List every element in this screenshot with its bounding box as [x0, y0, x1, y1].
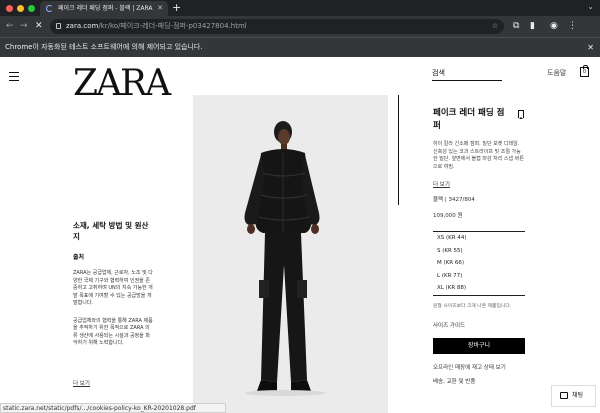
product-price: 109,000 원	[433, 213, 463, 219]
lock-icon	[56, 23, 61, 29]
url-path: /kr/ko/페이크-레더-패딩-점퍼-p03427804.html	[98, 22, 247, 30]
tab-close-icon[interactable]: ✕	[157, 1, 163, 16]
store-stock-link[interactable]: 오프라인 매장에 재고 상태 보기	[433, 363, 525, 371]
infobar-text: Chrome이 자동화된 테스트 소프트웨어에 의해 제어되고 있습니다.	[5, 43, 203, 51]
tab-search-chevron-icon[interactable]: ⌄	[587, 2, 594, 11]
bookmark-icon[interactable]	[518, 110, 524, 119]
automation-infobar: Chrome이 자동화된 테스트 소프트웨어에 의해 제어되고 있습니다. ✕	[0, 37, 600, 57]
model-figure-illustration	[193, 95, 388, 413]
infobar-close-icon[interactable]: ✕	[587, 38, 594, 57]
extensions-puzzle-icon[interactable]: ⧉	[513, 19, 519, 33]
forward-arrow-icon[interactable]: →	[20, 20, 28, 32]
size-option[interactable]: XL (KR 88)	[433, 282, 525, 295]
product-name: 페이크 레더 패딩 점퍼	[433, 108, 505, 131]
shipping-returns-link[interactable]: 배송, 교환 및 반품	[433, 377, 525, 385]
browser-tab-bar: 페이크 레더 패딩 점퍼 - 블랙 | ZARA ✕ + ⌄	[0, 0, 600, 16]
tab-title: 페이크 레더 패딩 점퍼 - 블랙 | ZARA	[58, 5, 153, 12]
close-window-icon[interactable]	[6, 5, 13, 12]
address-bar[interactable]: zara.com/kr/ko/페이크-레더-패딩-점퍼-p03427804.ht…	[50, 19, 504, 34]
side-panel-icon[interactable]: ▮	[530, 19, 535, 33]
profile-icon[interactable]: ◉	[550, 19, 558, 33]
origin-text: ZARA는 공급업체, 근로자, 노조 및 다양한 국제 기구와 협력하여 인권…	[73, 270, 153, 306]
back-arrow-icon[interactable]: ←	[6, 20, 14, 32]
zara-logo[interactable]: ZARA	[73, 65, 171, 103]
size-option[interactable]: S (KR 55)	[433, 245, 525, 258]
new-tab-button[interactable]: +	[172, 1, 181, 15]
chat-button[interactable]: 채팅	[551, 385, 596, 407]
minimize-window-icon[interactable]	[17, 5, 24, 12]
size-option[interactable]: L (KR 77)	[433, 270, 525, 283]
size-selector: XS (KR 44) S (KR 55) M (KR 66) L (KR 77)…	[433, 231, 525, 296]
origin-text: 공급업체와의 협력을 통해 ZARA 제품을 추적하기 위한 목적으로 ZARA…	[73, 317, 153, 347]
product-image[interactable]	[193, 95, 388, 413]
menu-kebab-icon[interactable]: ⋮	[568, 19, 577, 33]
search-link[interactable]: 검색	[432, 68, 502, 81]
product-description: 하이 칼라 긴소매 점퍼. 밑단 포켓 디테일. 신축성 있는 코과 스트라이프…	[433, 141, 524, 170]
chat-bubble-icon	[560, 392, 568, 399]
size-guide-link[interactable]: 사이즈 가이드	[433, 321, 525, 329]
url-host: zara.com	[66, 22, 99, 30]
size-option[interactable]: M (KR 66)	[433, 257, 525, 270]
maximize-window-icon[interactable]	[28, 5, 35, 12]
size-option[interactable]: XS (KR 44)	[433, 232, 525, 245]
composition-section: 소재, 세탁 방법 및 원산지 출처 ZARA는 공급업체, 근로자, 노조 및…	[73, 220, 153, 387]
composition-more-link[interactable]: 더 보기	[73, 379, 90, 387]
product-color-ref: 블랙 | 3427/804	[433, 197, 475, 203]
product-info-panel: 페이크 레더 패딩 점퍼 하이 칼라 긴소매 점퍼. 밑단 포켓 디테일. 신축…	[433, 107, 525, 385]
bookmark-star-icon[interactable]: ☆	[492, 19, 498, 34]
status-bar-url: static.zara.net/static/pdfs/.../cookies-…	[0, 403, 226, 413]
loading-spinner-icon	[46, 5, 53, 12]
shopping-bag-icon[interactable]: 0	[580, 65, 589, 77]
size-note: 원형 사이즈보다 크게 나온 제품입니다.	[433, 303, 512, 309]
scroll-divider	[398, 95, 399, 205]
composition-title: 소재, 세탁 방법 및 원산지	[73, 221, 149, 241]
product-more-link[interactable]: 더 보기	[433, 180, 525, 188]
stop-loading-icon[interactable]: ✕	[35, 20, 43, 32]
browser-toolbar: ← → ✕ zara.com/kr/ko/페이크-레더-패딩-점퍼-p03427…	[0, 16, 600, 37]
add-to-cart-button[interactable]: 장바구니	[433, 337, 525, 354]
chat-label: 채팅	[572, 392, 584, 399]
hamburger-menu-icon[interactable]	[9, 72, 19, 84]
help-link[interactable]: 도움말	[547, 68, 566, 78]
page-content: ZARA 검색 도움말 0 소재, 세탁 방법 및 원산지 출처 ZARA는 공…	[0, 57, 600, 413]
origin-title: 출처	[73, 254, 85, 261]
browser-tab[interactable]: 페이크 레더 패딩 점퍼 - 블랙 | ZARA ✕	[40, 1, 168, 16]
